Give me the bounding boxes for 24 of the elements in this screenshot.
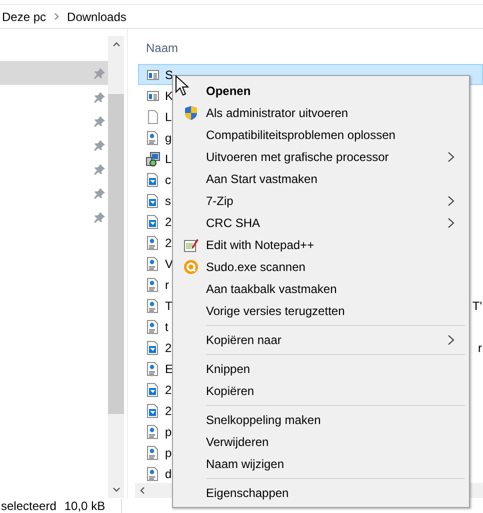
file-column-text: T' [472,298,482,312]
file-name: t [165,320,168,334]
file-name: L [165,152,172,166]
file-name: 2 [165,236,172,250]
file-name: r [165,278,169,292]
file-name: 2 [165,404,172,418]
file-name: p [165,446,172,460]
file-name: p [165,424,172,438]
file-name: T [165,298,172,312]
file-name: c [165,172,171,186]
file-name: V [165,256,174,270]
file-name: g [165,130,172,144]
file-column-text: r [478,340,482,354]
file-name: L [165,110,172,124]
file-name: 2 [165,214,172,228]
file-name: s [165,194,171,208]
file-name: E [165,362,174,376]
file-name: d [165,466,172,480]
file-name: S [165,68,174,82]
file-name: 2 [165,382,172,396]
file-name: 2 [165,340,172,354]
selection-status: selecteerd [1,499,56,513]
file-size: 10,0 kB [64,499,106,513]
file-name: K [165,88,174,102]
